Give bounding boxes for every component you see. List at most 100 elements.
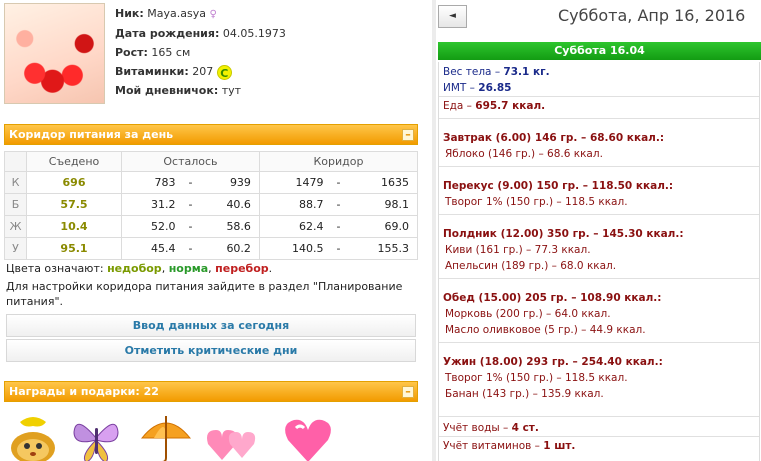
meal-item[interactable]: Киви (161 гр.) – 77.3 ккал. [443, 244, 591, 256]
eaten-cell: 95.1 [26, 237, 122, 260]
left-cell: 52.0- 58.6 [121, 215, 260, 238]
weight-line: Вес тела – 73.1 кг. [443, 66, 550, 78]
nick-label: Ник: [115, 7, 144, 20]
left-min: 783 [154, 176, 176, 189]
corridor-table: Съедено Осталось Коридор К 696 783-939 1479… [4, 151, 419, 260]
awards-panel-header[interactable]: Награды и подарки: 22 – [4, 381, 418, 402]
meal-title: Обед (15.00) 205 гр. – 108.90 ккал.: [443, 292, 662, 304]
vitamin-c-icon[interactable]: C [216, 64, 232, 80]
meal-item[interactable]: Морковь (200 гр.) – 64.0 ккал. [443, 308, 611, 320]
table-row: Б 57.5 31.2-40.6 88.7-98.1 [4, 193, 419, 216]
corridor-max: 155.3 [377, 242, 410, 255]
meal-item[interactable]: Творог 1% (150 гр.) – 118.5 ккал. [443, 196, 628, 208]
corridor-max: 69.0 [384, 220, 410, 233]
corridor-min: 62.4 [298, 220, 324, 233]
col-left: Осталось [121, 151, 260, 172]
divider [439, 436, 759, 437]
color-over: перебор [215, 262, 269, 275]
row-label: Ж [4, 215, 27, 238]
meal-title: Полдник (12.00) 350 гр. – 145.30 ккал.: [443, 228, 684, 240]
awards-title: Награды и подарки: [9, 385, 140, 398]
day-bar: Суббота 16.04 [438, 42, 761, 60]
row-label: Б [4, 193, 27, 216]
table-row: Ж 10.4 52.0-58.6 62.4-69.0 [4, 215, 419, 238]
divider [439, 214, 759, 215]
column-divider [432, 0, 436, 461]
left-min: 52.0 [150, 220, 176, 233]
enter-data-button[interactable]: Ввод данных за сегодня [6, 314, 416, 337]
collapse-icon[interactable]: – [402, 129, 414, 141]
weight-value: 73.1 кг. [503, 66, 550, 78]
birth-value: 04.05.1973 [222, 27, 286, 40]
dash: - [336, 242, 341, 255]
dash: - [336, 220, 341, 233]
left-cell: 45.4- 60.2 [121, 237, 260, 260]
divider [439, 342, 759, 343]
corridor-min: 88.7 [298, 198, 324, 211]
meal-title: Завтрак (6.00) 146 гр. – 68.60 ккал.: [443, 132, 665, 144]
prev-day-button[interactable]: ◄ [438, 5, 467, 28]
dash: - [336, 176, 341, 189]
date-title: Суббота, Апр 16, 2016 [558, 6, 746, 25]
left-max: 58.6 [226, 220, 251, 233]
water-value: 4 ст. [511, 422, 539, 434]
dash: - [336, 198, 341, 211]
hedgehog-gift-icon[interactable] [6, 412, 62, 461]
divider [439, 118, 759, 119]
meal-item[interactable]: Яблоко (146 гр.) – 68.6 ккал. [443, 148, 603, 160]
meal-title: Ужин (18.00) 293 гр. – 254.40 ккал.: [443, 356, 663, 368]
divider [439, 416, 759, 417]
butterfly-gift-icon[interactable] [68, 412, 124, 461]
row-label: К [4, 171, 27, 194]
corridor-cell: 1479- 1635 [258, 171, 419, 194]
meal-item[interactable]: Масло оливковое (5 гр.) – 44.9 ккал. [443, 324, 646, 336]
corridor-cell: 140.5- 155.3 [258, 237, 419, 260]
left-min: 31.2 [150, 198, 176, 211]
meal-item[interactable]: Творог 1% (150 гр.) – 118.5 ккал. [443, 372, 628, 384]
food-total-label: Еда – [443, 100, 476, 112]
diary-entries: Вес тела – 73.1 кг. ИМТ – 26.85 Еда – 69… [438, 62, 760, 461]
meal-item[interactable]: Банан (143 гр.) – 135.9 ккал. [443, 388, 604, 400]
hearts-gift-icon[interactable] [204, 412, 260, 461]
corridor-max: 1635 [381, 176, 409, 189]
settings-hint: Для настройки коридора питания зайдите в… [6, 280, 403, 308]
bmi-value: 26.85 [478, 82, 512, 94]
dash: - [188, 198, 193, 211]
profile-column: Ник: Maya.asya ♀ Дата рождения: 04.05.19… [0, 0, 422, 461]
nick-value: Maya.asya [147, 7, 206, 20]
left-max: 40.6 [226, 198, 251, 211]
left-max: 60.2 [226, 242, 251, 255]
food-total-line: Еда – 695.7 ккал. [443, 100, 545, 112]
vitamins-value: 207 [192, 65, 214, 78]
left-cell: 783- 939 [121, 171, 260, 194]
left-max: 939 [229, 176, 251, 189]
divider [439, 166, 759, 167]
heart-gift-icon[interactable] [280, 412, 336, 461]
corridor-max: 98.1 [384, 198, 410, 211]
table-row: У 95.1 45.4-60.2 140.5-155.3 [4, 237, 419, 260]
dash: - [188, 176, 193, 189]
dash: - [188, 220, 193, 233]
collapse-icon[interactable]: – [402, 386, 414, 398]
color-under: недобор [107, 262, 162, 275]
bmi-label: ИМТ – [443, 82, 479, 94]
mark-critical-days-button[interactable]: Отметить критические дни [6, 339, 416, 362]
eaten-cell: 10.4 [26, 215, 122, 238]
umbrella-gift-icon[interactable] [138, 412, 194, 461]
divider [439, 96, 759, 97]
diary-link[interactable]: тут [222, 84, 241, 97]
divider [439, 278, 759, 279]
diary-column: ◄ Суббота, Апр 16, 2016 Суббота 16.04 Ве… [438, 0, 761, 461]
vitamins-line: Учёт витаминов – 1 шт. [443, 440, 575, 452]
corner-cell [4, 151, 27, 172]
water-label: Учёт воды – [443, 422, 512, 434]
height-label: Рост: [115, 46, 148, 59]
meal-item[interactable]: Апельсин (189 гр.) – 68.0 ккал. [443, 260, 616, 272]
eaten-cell: 57.5 [26, 193, 122, 216]
corridor-cell: 88.7- 98.1 [258, 193, 419, 216]
birth-label: Дата рождения: [115, 27, 220, 40]
left-cell: 31.2- 40.6 [121, 193, 260, 216]
corridor-panel-header[interactable]: Коридор питания за день – [4, 124, 418, 145]
table-row: К 696 783-939 1479-1635 [4, 171, 419, 194]
avatar[interactable] [4, 3, 105, 104]
